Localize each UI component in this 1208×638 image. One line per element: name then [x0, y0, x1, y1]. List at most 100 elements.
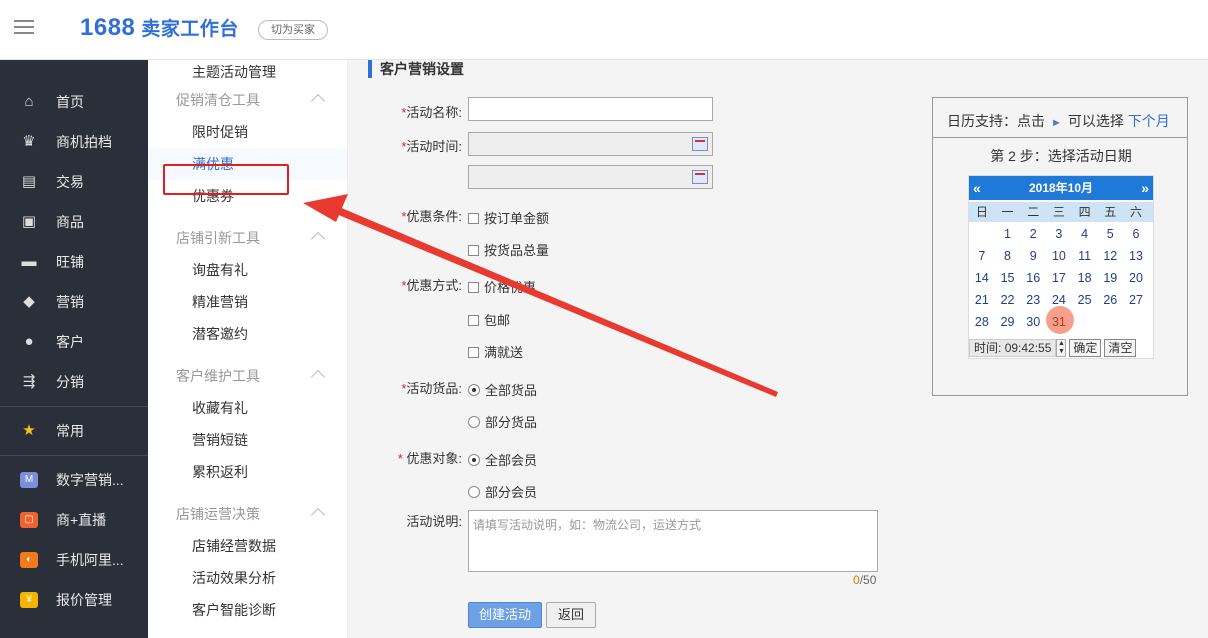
- method-freeship-checkbox[interactable]: 包邮: [468, 310, 510, 329]
- chevron-up-icon[interactable]: [310, 93, 326, 109]
- confirm-button[interactable]: 确定: [1069, 339, 1102, 357]
- method-gift-checkbox[interactable]: 满就送: [468, 342, 523, 361]
- clear-button[interactable]: 清空: [1104, 339, 1137, 357]
- date-picker: « 2018年10月 » 日一二三四五六 1 2 3 4 5 6 7 8 9 10 11 12 13 14…: [968, 175, 1154, 359]
- logo[interactable]: 1688 卖家工作台: [80, 14, 239, 42]
- nav-item-3[interactable]: ▣ 商品: [0, 202, 148, 242]
- star-icon: ★: [22, 422, 36, 439]
- time-spinner-icon[interactable]: ▲ ▼: [1056, 339, 1067, 357]
- submenu-link[interactable]: 营销短链: [148, 424, 347, 456]
- submenu-link[interactable]: 潜客邀约: [148, 318, 347, 350]
- calendar-icon[interactable]: [692, 137, 708, 151]
- calendar-day[interactable]: 19: [1097, 267, 1123, 289]
- time-field[interactable]: 时间: 09:42:55: [969, 339, 1057, 357]
- annotation-highlight-box: [163, 164, 289, 195]
- start-time-input[interactable]: [468, 132, 713, 156]
- submenu-link[interactable]: 主题活动管理: [148, 60, 347, 84]
- calendar-day[interactable]: 25: [1072, 289, 1098, 311]
- calendar-day[interactable]: 7: [969, 245, 995, 267]
- help-intro: 日历支持：点击: [947, 113, 1045, 129]
- nav-item-label: 商+直播: [56, 512, 107, 528]
- picker-header: « 2018年10月 »: [969, 176, 1153, 200]
- nav-item-1[interactable]: ♛ 商机拍档: [0, 122, 148, 162]
- chevron-up-icon[interactable]: [310, 369, 326, 385]
- goods-all-radio[interactable]: 全部货品: [468, 380, 537, 399]
- submenu-link[interactable]: 询盘有礼: [148, 254, 347, 286]
- calendar-day[interactable]: 28: [969, 311, 995, 333]
- calendar-day[interactable]: 27: [1123, 289, 1149, 311]
- calendar-day[interactable]: 23: [1020, 289, 1046, 311]
- calendar-day[interactable]: 21: [969, 289, 995, 311]
- end-time-input[interactable]: [468, 165, 713, 189]
- nav-item-10[interactable]: ▢ 商+直播: [0, 500, 148, 540]
- calendar-day[interactable]: 15: [995, 267, 1021, 289]
- submenu-link[interactable]: 活动效果分析: [148, 562, 347, 594]
- target-partial-radio[interactable]: 部分会员: [468, 482, 537, 501]
- nav-item-6[interactable]: ● 客户: [0, 322, 148, 362]
- submenu-group-header[interactable]: 店铺运营决策: [148, 498, 347, 530]
- calendar-day[interactable]: 9: [1020, 245, 1046, 267]
- left-nav: ⌂ 首页 ♛ 商机拍档 ▤ 交易 ▣ 商品 ▬ 旺铺 ◆ 营销 ● 客户 ⇶ 分销 ★ 常用 M 数字营销... ▢ 商+…: [0, 60, 148, 638]
- calendar-day[interactable]: 1: [995, 223, 1021, 245]
- calendar-day[interactable]: 29: [995, 311, 1021, 333]
- submenu-link[interactable]: 精准营销: [148, 286, 347, 318]
- nav-item-11[interactable]: ◐ 手机阿里...: [0, 540, 148, 580]
- calendar-icon[interactable]: [692, 170, 708, 184]
- calendar-day[interactable]: 17: [1046, 267, 1072, 289]
- menu-collapse-icon[interactable]: [14, 20, 34, 38]
- calendar-day[interactable]: 14: [969, 267, 995, 289]
- calendar-day[interactable]: 12: [1097, 245, 1123, 267]
- calendar-day[interactable]: 16: [1020, 267, 1046, 289]
- submenu-link[interactable]: 客户智能诊断: [148, 594, 347, 626]
- submenu-group-title: 客户维护工具: [176, 368, 260, 384]
- description-textarea[interactable]: 请填写活动说明，如：物流公司，运送方式: [468, 510, 878, 572]
- nav-separator: [0, 406, 148, 407]
- calendar-day[interactable]: 13: [1123, 245, 1149, 267]
- nav-item-5[interactable]: ◆ 营销: [0, 282, 148, 322]
- submenu-link[interactable]: 店铺经营数据: [148, 530, 347, 562]
- name-label: *活动名称:: [401, 105, 462, 120]
- cond-by-quantity-checkbox[interactable]: 按货品总量: [468, 240, 549, 259]
- submenu-link[interactable]: 收藏有礼: [148, 392, 347, 424]
- nav-item-0[interactable]: ⌂ 首页: [0, 82, 148, 122]
- calendar-day[interactable]: 30: [1020, 311, 1046, 333]
- nav-item-12[interactable]: ¥ 报价管理: [0, 580, 148, 620]
- calendar-day[interactable]: 11: [1072, 245, 1098, 267]
- submenu-group-header[interactable]: 客户维护工具: [148, 360, 347, 392]
- calendar-day[interactable]: 22: [995, 289, 1021, 311]
- chevron-up-icon[interactable]: [310, 507, 326, 523]
- calendar-day[interactable]: 6: [1123, 223, 1149, 245]
- create-activity-button[interactable]: 创建活动: [468, 602, 542, 628]
- nav-item-9[interactable]: M 数字营销...: [0, 460, 148, 500]
- nav-item-7[interactable]: ⇶ 分销: [0, 362, 148, 402]
- submenu-group-header[interactable]: 店铺引新工具: [148, 222, 347, 254]
- target-all-radio[interactable]: 全部会员: [468, 450, 537, 469]
- calendar-day[interactable]: 10: [1046, 245, 1072, 267]
- submenu-group-header[interactable]: 促销清仓工具: [148, 84, 347, 116]
- chevron-up-icon[interactable]: [310, 231, 326, 247]
- nav-item-label: 首页: [56, 94, 84, 110]
- nav-item-4[interactable]: ▬ 旺铺: [0, 242, 148, 282]
- next-month-button[interactable]: »: [1141, 176, 1149, 200]
- back-button[interactable]: 返回: [546, 602, 596, 628]
- switch-to-buyer-button[interactable]: 切为买家: [258, 20, 328, 40]
- calendar-day[interactable]: 3: [1046, 223, 1072, 245]
- calendar-day[interactable]: 20: [1123, 267, 1149, 289]
- method-price-checkbox[interactable]: 价格优惠: [468, 277, 536, 296]
- cond-by-amount-checkbox[interactable]: 按订单金额: [468, 208, 549, 227]
- prev-month-button[interactable]: «: [973, 176, 981, 200]
- calendar-day[interactable]: 4: [1072, 223, 1098, 245]
- submenu-link[interactable]: 限时促销: [148, 116, 347, 148]
- calendar-day[interactable]: 2: [1020, 223, 1046, 245]
- goods-partial-radio[interactable]: 部分货品: [468, 412, 537, 431]
- calendar-day[interactable]: 31: [1046, 306, 1074, 334]
- nav-item-8[interactable]: ★ 常用: [0, 411, 148, 451]
- activity-name-input[interactable]: [468, 97, 713, 121]
- calendar-day[interactable]: 18: [1072, 267, 1098, 289]
- calendar-day[interactable]: 26: [1097, 289, 1123, 311]
- submenu-link[interactable]: 累积返利: [148, 456, 347, 488]
- next-month-link[interactable]: 下个月: [1128, 113, 1170, 129]
- nav-item-2[interactable]: ▤ 交易: [0, 162, 148, 202]
- calendar-day[interactable]: 5: [1097, 223, 1123, 245]
- calendar-day[interactable]: 8: [995, 245, 1021, 267]
